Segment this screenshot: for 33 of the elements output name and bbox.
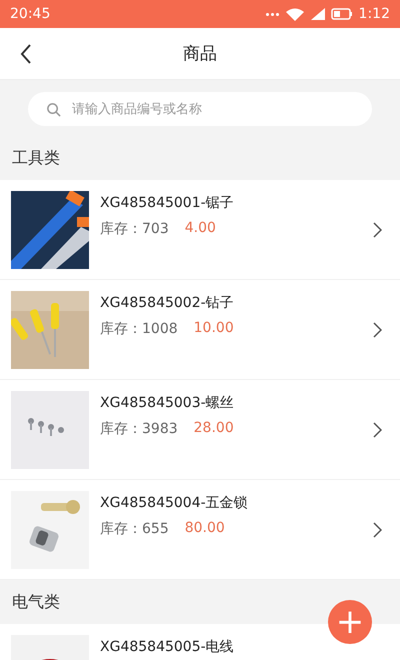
stock-label: 库存：703 bbox=[100, 220, 169, 238]
product-row[interactable]: XG485845002-钻子 库存：1008 10.00 bbox=[0, 280, 400, 380]
product-row[interactable]: XG485845001-锯子 库存：703 4.00 bbox=[0, 180, 400, 280]
chevron-right-icon bbox=[373, 522, 382, 538]
search-icon bbox=[46, 102, 61, 117]
price-text: 10.00 bbox=[194, 320, 234, 338]
page-title: 商品 bbox=[183, 43, 217, 65]
status-clock: 1:12 bbox=[358, 6, 390, 22]
category-title: 工具类 bbox=[12, 148, 60, 168]
product-name: XG485845004-五金锁 bbox=[100, 494, 249, 512]
chevron-right-icon bbox=[373, 322, 382, 338]
product-row[interactable]: XG485845004-五金锁 库存：655 80.00 bbox=[0, 480, 400, 580]
more-icon bbox=[266, 12, 279, 16]
price-text: 4.00 bbox=[184, 220, 216, 238]
price-text: 80.00 bbox=[184, 520, 225, 538]
stock-label: 库存：655 bbox=[100, 520, 169, 538]
product-name: XG485845005-电线 bbox=[100, 638, 235, 656]
product-name: XG485845002-钻子 bbox=[100, 294, 235, 312]
category-title: 电气类 bbox=[12, 592, 60, 612]
product-name: XG485845001-锯子 bbox=[100, 194, 235, 212]
status-time: 20:45 bbox=[10, 6, 50, 22]
chevron-right-icon bbox=[373, 222, 382, 238]
stock-label: 库存：1008 bbox=[100, 320, 178, 338]
stock-label: 库存：3983 bbox=[100, 420, 178, 438]
wifi-icon bbox=[284, 7, 305, 21]
product-row[interactable]: XG485845003-螺丝 库存：3983 28.00 bbox=[0, 380, 400, 480]
back-icon[interactable] bbox=[20, 43, 32, 65]
signal-icon bbox=[310, 8, 325, 20]
price-text: 28.00 bbox=[194, 420, 234, 438]
search-field[interactable]: 请输入商品编号或名称 bbox=[28, 92, 372, 126]
battery-icon bbox=[330, 8, 353, 20]
chevron-right-icon bbox=[373, 422, 382, 438]
product-name: XG485845003-螺丝 bbox=[100, 394, 235, 412]
